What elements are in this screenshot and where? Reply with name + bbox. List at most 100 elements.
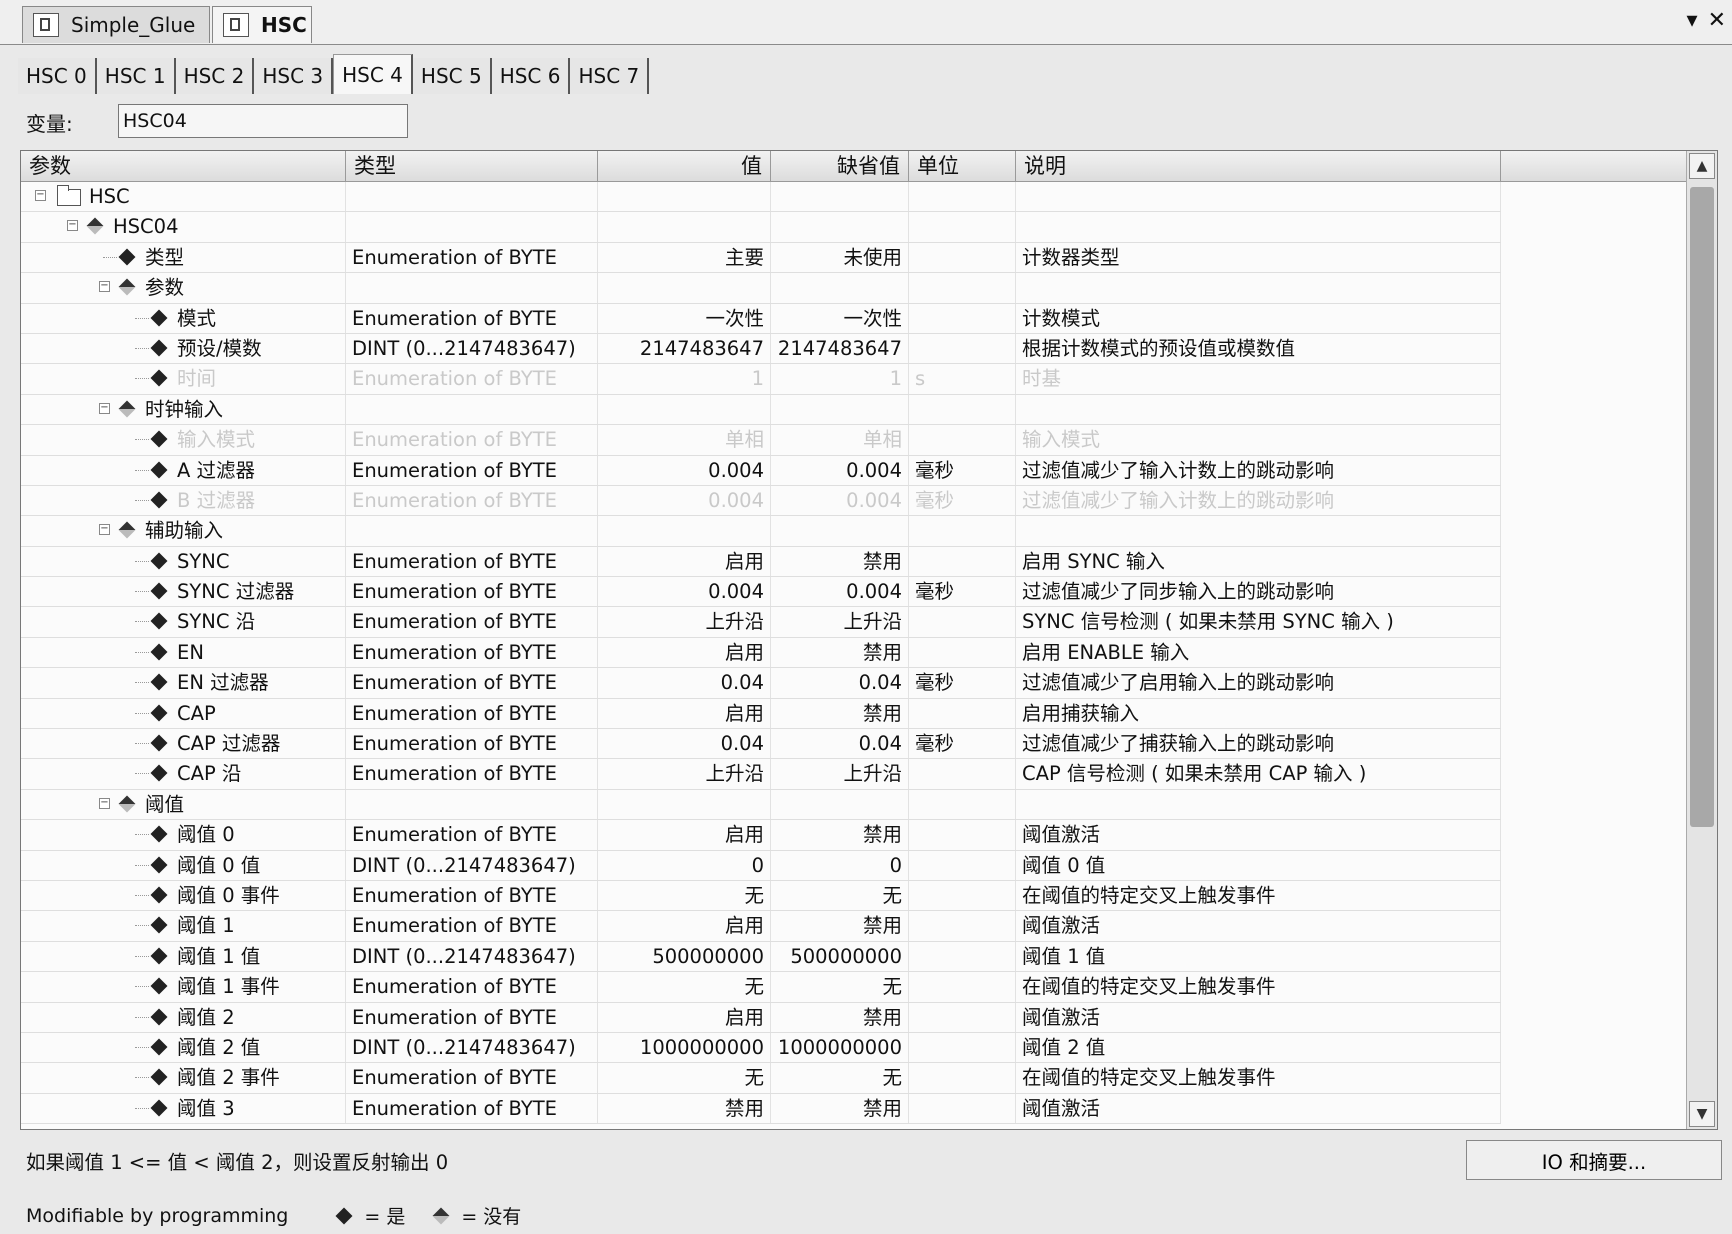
table-row[interactable]: 模式 Enumeration of BYTE 一次性 一次性 计数模式 bbox=[21, 303, 1501, 334]
value-cell[interactable]: 0.04 bbox=[598, 729, 771, 759]
col-header-value[interactable]: 值 bbox=[598, 151, 771, 181]
table-row[interactable]: 阈值 1 事件 Enumeration of BYTE 无无在阈值的特定交叉上触发事… bbox=[21, 972, 1501, 1003]
tree-connector bbox=[135, 743, 149, 745]
col-header-type[interactable]: 类型 bbox=[346, 151, 598, 181]
value-cell[interactable]: 2147483647 bbox=[598, 333, 771, 364]
scroll-up-icon[interactable]: ▲ bbox=[1689, 153, 1715, 179]
value-cell[interactable]: 启用 bbox=[598, 911, 771, 941]
table-row[interactable]: 阈值 0 Enumeration of BYTE 启用 禁用 阈值激活 bbox=[21, 820, 1501, 851]
scroll-thumb[interactable] bbox=[1690, 187, 1714, 827]
table-row[interactable]: 预设/模数 DINT (0...2147483647) 2147483647 2147… bbox=[21, 333, 1501, 365]
collapse-icon[interactable]: − bbox=[99, 797, 110, 809]
table-row[interactable]: − HSC bbox=[21, 182, 1501, 213]
table-row[interactable]: 输入模式 Enumeration of BYTE 单相 单相 输入模式 bbox=[21, 425, 1501, 456]
tab-hsc-7[interactable]: HSC 7 bbox=[570, 58, 650, 94]
value-cell[interactable]: 0 bbox=[598, 850, 771, 880]
dropdown-arrow-icon[interactable]: ▾ bbox=[1687, 8, 1698, 33]
col-header-param[interactable]: 参数 bbox=[21, 151, 346, 181]
collapse-icon[interactable]: − bbox=[35, 190, 46, 201]
table-row[interactable]: − HSC04 bbox=[21, 212, 1501, 243]
table-row[interactable]: 阈值 1 值 DINT (0...2147483647) 500000000 5000… bbox=[21, 941, 1501, 973]
table-row[interactable]: 时间 Enumeration of BYTE 1 1 s 时基 bbox=[21, 364, 1501, 395]
scroll-down-icon[interactable]: ▼ bbox=[1689, 1101, 1715, 1127]
value-cell[interactable]: 0.04 bbox=[598, 668, 771, 698]
diamond-icon bbox=[150, 1008, 168, 1026]
value-cell[interactable]: 0.004 bbox=[598, 577, 771, 607]
tab-hsc-4[interactable]: HSC 4 bbox=[333, 54, 413, 94]
table-row[interactable]: − 时钟输入 bbox=[21, 394, 1501, 426]
value-cell[interactable]: 禁用 bbox=[598, 1093, 771, 1124]
description-cell: 阈值 1 值 bbox=[1016, 941, 1501, 972]
window-controls: ▾ ✕ bbox=[1687, 8, 1726, 33]
table-row[interactable]: B 过滤器 Enumeration of BYTE 0.004 0.004 毫秒 过滤值减… bbox=[21, 485, 1501, 517]
value-cell[interactable]: 启用 bbox=[598, 637, 771, 668]
value-cell: 单相 bbox=[598, 425, 771, 455]
param-cell: EN 过滤器 bbox=[21, 668, 346, 698]
table-row[interactable]: 阈值 3 Enumeration of BYTE 禁用 禁用 阈值激活 bbox=[21, 1093, 1501, 1125]
table-row[interactable]: CAP 过滤器 Enumeration of BYTE 0.04 0.04 毫秒 过滤值减… bbox=[21, 729, 1501, 760]
col-header-default[interactable]: 缺省值 bbox=[771, 151, 909, 181]
variable-input[interactable] bbox=[118, 104, 408, 138]
vertical-scrollbar[interactable]: ▲ ▼ bbox=[1686, 151, 1717, 1129]
tab-hsc-6[interactable]: HSC 6 bbox=[491, 58, 571, 94]
table-row[interactable]: 阈值 0 事件 Enumeration of BYTE 无无在阈值的特定交叉上触发事… bbox=[21, 880, 1501, 912]
value-cell[interactable]: 一次性 bbox=[598, 303, 771, 333]
table-row[interactable]: SYNC 沿 Enumeration of BYTE 上升沿 上升沿 SYNC 信号检测… bbox=[21, 607, 1501, 638]
table-row[interactable]: − 参数 bbox=[21, 273, 1501, 304]
table-row[interactable]: EN 过滤器 Enumeration of BYTE 0.04 0.04 毫秒 过滤值减少… bbox=[21, 668, 1501, 699]
value-cell[interactable]: 上升沿 bbox=[598, 759, 771, 789]
value-cell[interactable]: 500000000 bbox=[598, 941, 771, 972]
close-icon[interactable]: ✕ bbox=[1708, 8, 1726, 33]
table-row[interactable]: 类型 Enumeration of BYTE 主要 未使用 计数器类型 bbox=[21, 242, 1501, 274]
diamond-icon bbox=[150, 1038, 168, 1056]
param-label: EN bbox=[177, 640, 204, 664]
table-row[interactable]: EN Enumeration of BYTE 启用 禁用 启用 ENABLE 输入 bbox=[21, 637, 1501, 669]
table-row[interactable]: − 阈值 bbox=[21, 789, 1501, 821]
tree-connector bbox=[135, 712, 149, 714]
table-row[interactable]: CAP 沿 Enumeration of BYTE 上升沿 上升沿 CAP 信号检测 (… bbox=[21, 759, 1501, 790]
value-cell[interactable]: 上升沿 bbox=[598, 607, 771, 637]
table-row[interactable]: − 辅助输入 bbox=[21, 516, 1501, 547]
value-cell[interactable]: 主要 bbox=[598, 242, 771, 273]
diamond-icon bbox=[150, 825, 168, 843]
table-row[interactable]: 阈值 0 值 DINT (0...2147483647) 0 0 阈值 0 值 bbox=[21, 850, 1501, 881]
value-cell[interactable]: 启用 bbox=[598, 1002, 771, 1032]
collapse-icon[interactable]: − bbox=[99, 402, 110, 414]
table-row[interactable]: SYNC Enumeration of BYTE 启用 禁用 启用 SYNC 输入 bbox=[21, 546, 1501, 578]
value-cell[interactable]: 1000000000 bbox=[598, 1032, 771, 1063]
table-row[interactable]: 阈值 2 事件 Enumeration of BYTE 无无在阈值的特定交叉上触发事… bbox=[21, 1063, 1501, 1094]
table-row[interactable]: CAP Enumeration of BYTE 启用 禁用 启用捕获输入 bbox=[21, 698, 1501, 730]
value-cell[interactable]: 启用 bbox=[598, 546, 771, 577]
type-cell: Enumeration of BYTE bbox=[346, 1063, 598, 1093]
doc-tab-simple-glue[interactable]: Simple_Glue bbox=[22, 6, 210, 43]
col-header-desc[interactable]: 说明 bbox=[1016, 151, 1501, 181]
diamond-icon bbox=[150, 643, 168, 661]
value-cell[interactable]: 启用 bbox=[598, 820, 771, 850]
table-row[interactable]: 阈值 2 Enumeration of BYTE 启用 禁用 阈值激活 bbox=[21, 1002, 1501, 1033]
table-row[interactable]: 阈值 2 值 DINT (0...2147483647) 1000000000 100… bbox=[21, 1032, 1501, 1064]
collapse-icon[interactable]: − bbox=[99, 281, 110, 293]
table-row[interactable]: A 过滤器 Enumeration of BYTE 0.004 0.004 毫秒 过滤值减… bbox=[21, 455, 1501, 486]
tab-hsc-2[interactable]: HSC 2 bbox=[175, 58, 255, 94]
table-row[interactable]: 阈值 1 Enumeration of BYTE 启用 禁用 阈值激活 bbox=[21, 911, 1501, 942]
default-cell: 1000000000 bbox=[771, 1032, 909, 1063]
io-summary-button[interactable]: IO 和摘要... bbox=[1466, 1140, 1722, 1180]
value-cell[interactable]: 无 bbox=[598, 1063, 771, 1093]
table-row[interactable]: SYNC 过滤器 Enumeration of BYTE 0.004 0.004 毫秒过… bbox=[21, 577, 1501, 608]
tab-hsc-0[interactable]: HSC 0 bbox=[18, 58, 97, 94]
tree-connector bbox=[135, 621, 149, 623]
value-cell[interactable]: 0.004 bbox=[598, 455, 771, 485]
tab-hsc-1[interactable]: HSC 1 bbox=[96, 58, 176, 94]
param-label: 阈值 2 值 bbox=[177, 1035, 261, 1059]
doc-tab-hsc[interactable]: HSC bbox=[212, 6, 312, 43]
default-cell: 禁用 bbox=[771, 1093, 909, 1124]
tab-hsc-5[interactable]: HSC 5 bbox=[412, 58, 492, 94]
default-cell: 0.004 bbox=[771, 577, 909, 607]
value-cell[interactable]: 无 bbox=[598, 972, 771, 1002]
tab-hsc-3[interactable]: HSC 3 bbox=[254, 58, 334, 94]
col-header-unit[interactable]: 单位 bbox=[909, 151, 1016, 181]
value-cell[interactable]: 无 bbox=[598, 880, 771, 911]
value-cell[interactable]: 启用 bbox=[598, 698, 771, 729]
collapse-icon[interactable]: − bbox=[67, 220, 78, 232]
collapse-icon[interactable]: − bbox=[99, 524, 110, 536]
